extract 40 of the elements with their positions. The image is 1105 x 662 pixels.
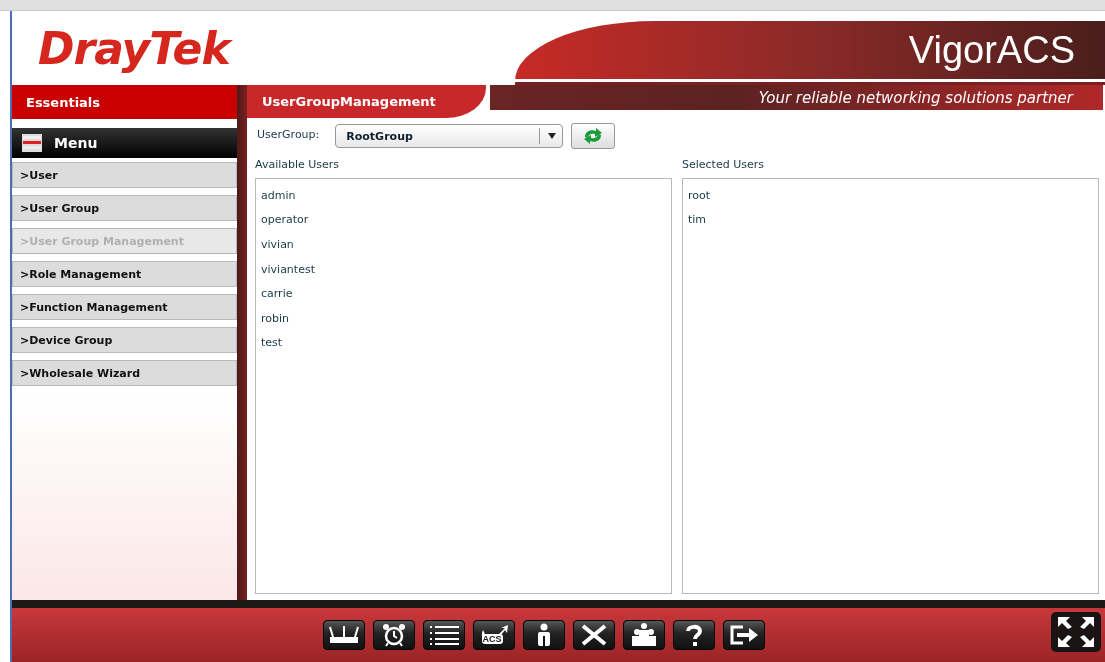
panel-title: UserGroupManagement [247, 85, 486, 118]
sidebar-item[interactable]: >Wholesale Wizard [12, 360, 237, 386]
splitter-handle[interactable] [237, 85, 247, 600]
user-entry[interactable]: tim [688, 207, 1093, 233]
product-name: VigorACS [908, 28, 1075, 72]
dropdown-arrow-icon [548, 133, 557, 139]
person-button[interactable] [522, 620, 565, 650]
selected-users-label: Selected Users [682, 158, 765, 173]
user-entry[interactable]: carrie [261, 281, 666, 306]
refresh-button[interactable] [571, 123, 616, 149]
sidebar-item[interactable]: >User Group [12, 195, 237, 221]
fullscreen-icon [1056, 615, 1096, 649]
alarm-clock-button[interactable] [372, 620, 415, 650]
usergroup-dropdown[interactable]: RootGroup [335, 124, 564, 148]
available-users-list[interactable]: admin operator vivian viviantest carrie robin test [255, 178, 672, 594]
selected-users-list[interactable]: root tim [682, 178, 1099, 594]
user-entry[interactable]: admin [261, 183, 666, 208]
sidebar-item[interactable]: >Role Management [12, 261, 237, 287]
user-entry[interactable]: viviantest [261, 256, 666, 282]
user-entry[interactable]: operator [261, 207, 666, 233]
tagline: Your reliable networking solutions partner [758, 88, 1073, 107]
menu-icon [22, 134, 42, 152]
available-users-label: Available Users [255, 158, 341, 173]
user-entry[interactable]: test [261, 330, 666, 356]
sidebar-item[interactable]: >Function Management [12, 294, 237, 320]
sidebar-title: Essentials [12, 85, 237, 119]
help-button[interactable] [672, 620, 715, 650]
router-button[interactable] [322, 620, 365, 650]
usergroup-label: UserGroup: [257, 128, 320, 141]
acs-label: ACS [481, 634, 503, 644]
user-entry[interactable]: robin [261, 305, 666, 331]
user-entry[interactable]: vivian [261, 232, 666, 257]
sidebar-item[interactable]: >Device Group [12, 327, 237, 353]
exit-button[interactable] [722, 620, 765, 650]
user-entry[interactable]: root [688, 183, 1093, 208]
fullscreen-button[interactable] [1051, 612, 1101, 652]
menu-title: Menu [54, 135, 98, 151]
list-button[interactable] [422, 620, 465, 650]
acs-logo-button[interactable]: ACS [472, 620, 515, 650]
sidebar-item[interactable]: >User [12, 162, 237, 188]
